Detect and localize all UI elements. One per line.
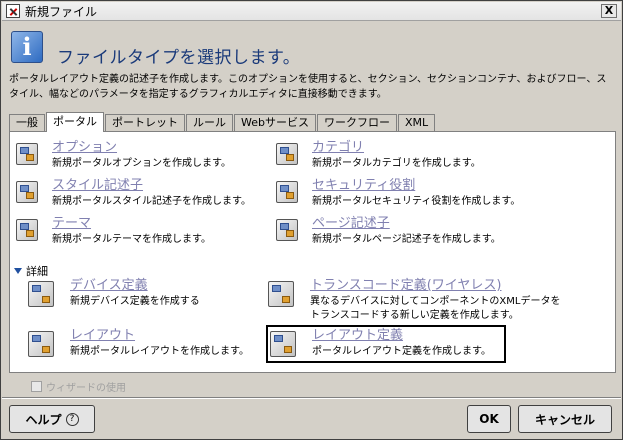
info-icon: i (11, 31, 43, 63)
option-icon (16, 143, 38, 165)
tab-portal[interactable]: ポータル (46, 112, 104, 132)
details-toggle[interactable]: 詳細 (14, 263, 48, 279)
device-definition-desc: 新規デバイス定義を作成する (70, 296, 200, 307)
option-title[interactable]: オプション (52, 140, 231, 155)
tab-bar: 一般 ポータル ポートレット ルール Webサービス ワークフロー XML (9, 112, 436, 132)
tab-workflow[interactable]: ワークフロー (316, 114, 397, 132)
wizard-label: ウィザードの使用 (46, 383, 126, 394)
security-role-desc: 新規ポータルセキュリティ役割を作成します。 (312, 196, 521, 207)
option-item[interactable]: オプション 新規ポータルオプションを作成します。 (16, 140, 231, 171)
theme-desc: 新規ポータルテーマを作成します。 (52, 234, 211, 245)
help-button[interactable]: ヘルプ ? (9, 405, 95, 433)
category-item[interactable]: カテゴリ 新規ポータルカテゴリを作成します。 (276, 140, 481, 171)
ok-button[interactable]: OK (467, 405, 511, 433)
transcode-definition-desc-2: トランスコードする新しい定義を作成します。 (310, 310, 519, 321)
tab-rules[interactable]: ルール (186, 114, 233, 132)
tab-xml[interactable]: XML (397, 114, 436, 132)
description-text: ポータルレイアウト定義の記述子を作成します。このオプションを使用すると、セクショ… (9, 74, 607, 100)
help-label: ヘルプ (25, 412, 62, 427)
theme-item[interactable]: テーマ 新規ポータルテーマを作成します。 (16, 216, 211, 247)
footer-divider (2, 397, 621, 399)
security-role-icon (276, 181, 298, 203)
style-descriptor-item[interactable]: スタイル記述子 新規ポータルスタイル記述子を作成します。 (16, 178, 251, 209)
tab-webservices[interactable]: Webサービス (234, 114, 316, 132)
chevron-down-icon (14, 268, 22, 274)
style-descriptor-title[interactable]: スタイル記述子 (52, 178, 251, 193)
layout-item[interactable]: レイアウト 新規ポータルレイアウトを作成します。 (28, 328, 249, 359)
option-desc: 新規ポータルオプションを作成します。 (52, 158, 231, 169)
style-descriptor-icon (16, 181, 38, 203)
category-desc: 新規ポータルカテゴリを作成します。 (312, 158, 481, 169)
layout-definition-title[interactable]: レイアウト定義 (312, 328, 491, 343)
layout-icon (28, 331, 54, 357)
transcode-definition-title[interactable]: トランスコード定義(ワイヤレス) (310, 278, 560, 293)
layout-definition-icon (270, 331, 296, 357)
layout-desc: 新規ポータルレイアウトを作成します。 (70, 346, 249, 357)
new-file-dialog: 新規ファイル X i ファイルタイプを選択します。 ポータルレイアウト定義の記述… (0, 0, 623, 440)
theme-title[interactable]: テーマ (52, 216, 211, 231)
cancel-button[interactable]: キャンセル (518, 405, 612, 433)
device-definition-icon (28, 281, 54, 307)
page-descriptor-icon (276, 219, 298, 241)
details-label: 詳細 (26, 265, 48, 278)
layout-definition-desc: ポータルレイアウト定義を作成します。 (312, 346, 491, 357)
transcode-definition-icon (268, 281, 294, 307)
layout-title[interactable]: レイアウト (70, 328, 249, 343)
tab-portlet[interactable]: ポートレット (105, 114, 185, 132)
tab-general[interactable]: 一般 (9, 114, 45, 132)
category-icon (276, 143, 298, 165)
page-descriptor-title[interactable]: ページ記述子 (312, 216, 501, 231)
page-descriptor-item[interactable]: ページ記述子 新規ポータルページ記述子を作成します。 (276, 216, 501, 247)
window-title: 新規ファイル (25, 4, 98, 19)
title-bar[interactable]: 新規ファイル X (2, 2, 621, 21)
style-descriptor-desc: 新規ポータルスタイル記述子を作成します。 (52, 196, 251, 207)
wizard-checkbox[interactable] (31, 381, 42, 392)
page-title: ファイルタイプを選択します。 (57, 48, 301, 68)
layout-definition-item[interactable]: レイアウト定義 ポータルレイアウト定義を作成します。 (270, 328, 491, 359)
close-button[interactable]: X (601, 4, 617, 18)
category-title[interactable]: カテゴリ (312, 140, 481, 155)
help-icon: ? (65, 412, 79, 426)
security-role-title[interactable]: セキュリティ役割 (312, 178, 520, 193)
device-definition-item[interactable]: デバイス定義 新規デバイス定義を作成する (28, 278, 200, 309)
transcode-definition-desc-1: 異なるデバイスに対してコンポーネントのXMLデータを (310, 296, 561, 307)
app-icon (6, 4, 20, 18)
file-type-panel: オプション 新規ポータルオプションを作成します。 カテゴリ 新規ポータルカテゴリ… (9, 131, 616, 373)
wizard-option: ウィザードの使用 (31, 379, 126, 394)
page-descriptor-desc: 新規ポータルページ記述子を作成します。 (312, 234, 501, 245)
security-role-item[interactable]: セキュリティ役割 新規ポータルセキュリティ役割を作成します。 (276, 178, 520, 209)
theme-icon (16, 219, 38, 241)
device-definition-title[interactable]: デバイス定義 (70, 278, 200, 293)
transcode-definition-item[interactable]: トランスコード定義(ワイヤレス) 異なるデバイスに対してコンポーネントのXMLデ… (268, 278, 560, 323)
